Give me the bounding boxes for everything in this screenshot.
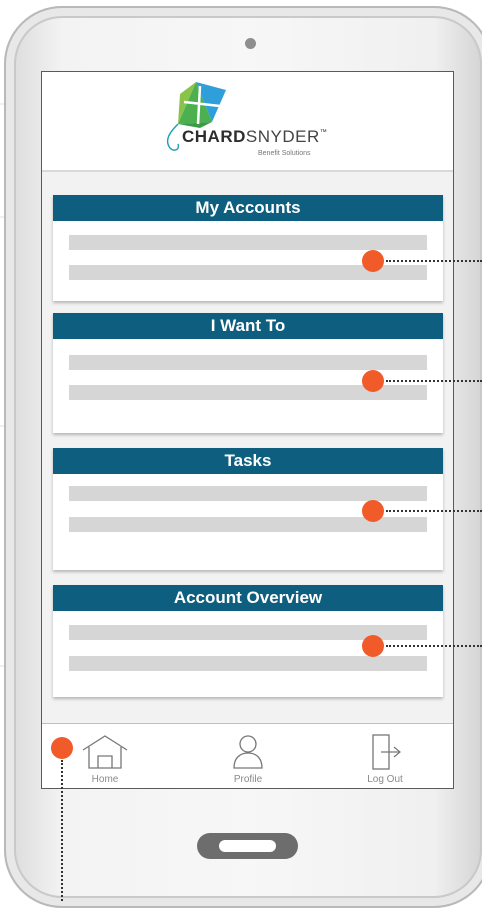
annotation-leader xyxy=(386,510,482,512)
annotation-leader xyxy=(386,380,482,382)
annotation-dot-tasks xyxy=(362,500,384,522)
app-header: CHARDSNYDER™ Benefit Solutions xyxy=(42,72,453,172)
home-icon xyxy=(82,735,128,769)
bottom-nav: Home Profile Log Out xyxy=(42,723,453,788)
i-want-to-panel[interactable]: I Want To xyxy=(53,313,443,433)
nav-home[interactable]: Home xyxy=(60,724,150,788)
user-icon xyxy=(233,735,263,769)
annotation-leader xyxy=(386,260,482,262)
annotation-leader xyxy=(61,760,63,901)
panel-title: Account Overview xyxy=(53,585,443,611)
placeholder-line xyxy=(69,656,427,671)
account-overview-panel[interactable]: Account Overview xyxy=(53,585,443,697)
nav-logout-label: Log Out xyxy=(367,774,403,785)
app-screen: CHARDSNYDER™ Benefit Solutions My Accoun… xyxy=(41,71,454,789)
panel-title: My Accounts xyxy=(53,195,443,221)
panel-title: Tasks xyxy=(53,448,443,474)
placeholder-line xyxy=(69,235,427,250)
nav-profile[interactable]: Profile xyxy=(203,724,293,788)
tasks-panel[interactable]: Tasks xyxy=(53,448,443,570)
device-home-button[interactable] xyxy=(197,833,298,859)
panel-title: I Want To xyxy=(53,313,443,339)
nav-home-label: Home xyxy=(91,774,119,785)
annotation-dot-nav xyxy=(51,737,73,759)
placeholder-line xyxy=(69,486,427,501)
logout-icon xyxy=(372,734,401,770)
nav-profile-label: Profile xyxy=(233,774,263,785)
nav-logout[interactable]: Log Out xyxy=(340,724,430,788)
annotation-leader xyxy=(386,645,482,647)
annotation-dot-account-overview xyxy=(362,635,384,657)
annotation-dot-my-accounts xyxy=(362,250,384,272)
kite-logo-icon xyxy=(166,82,226,151)
brand-name: CHARDSNYDER™ xyxy=(182,127,328,146)
placeholder-line xyxy=(69,355,427,370)
brand-tagline: Benefit Solutions xyxy=(258,150,311,157)
my-accounts-panel[interactable]: My Accounts xyxy=(53,195,443,301)
camera-icon xyxy=(245,38,256,49)
annotation-dot-i-want-to xyxy=(362,370,384,392)
